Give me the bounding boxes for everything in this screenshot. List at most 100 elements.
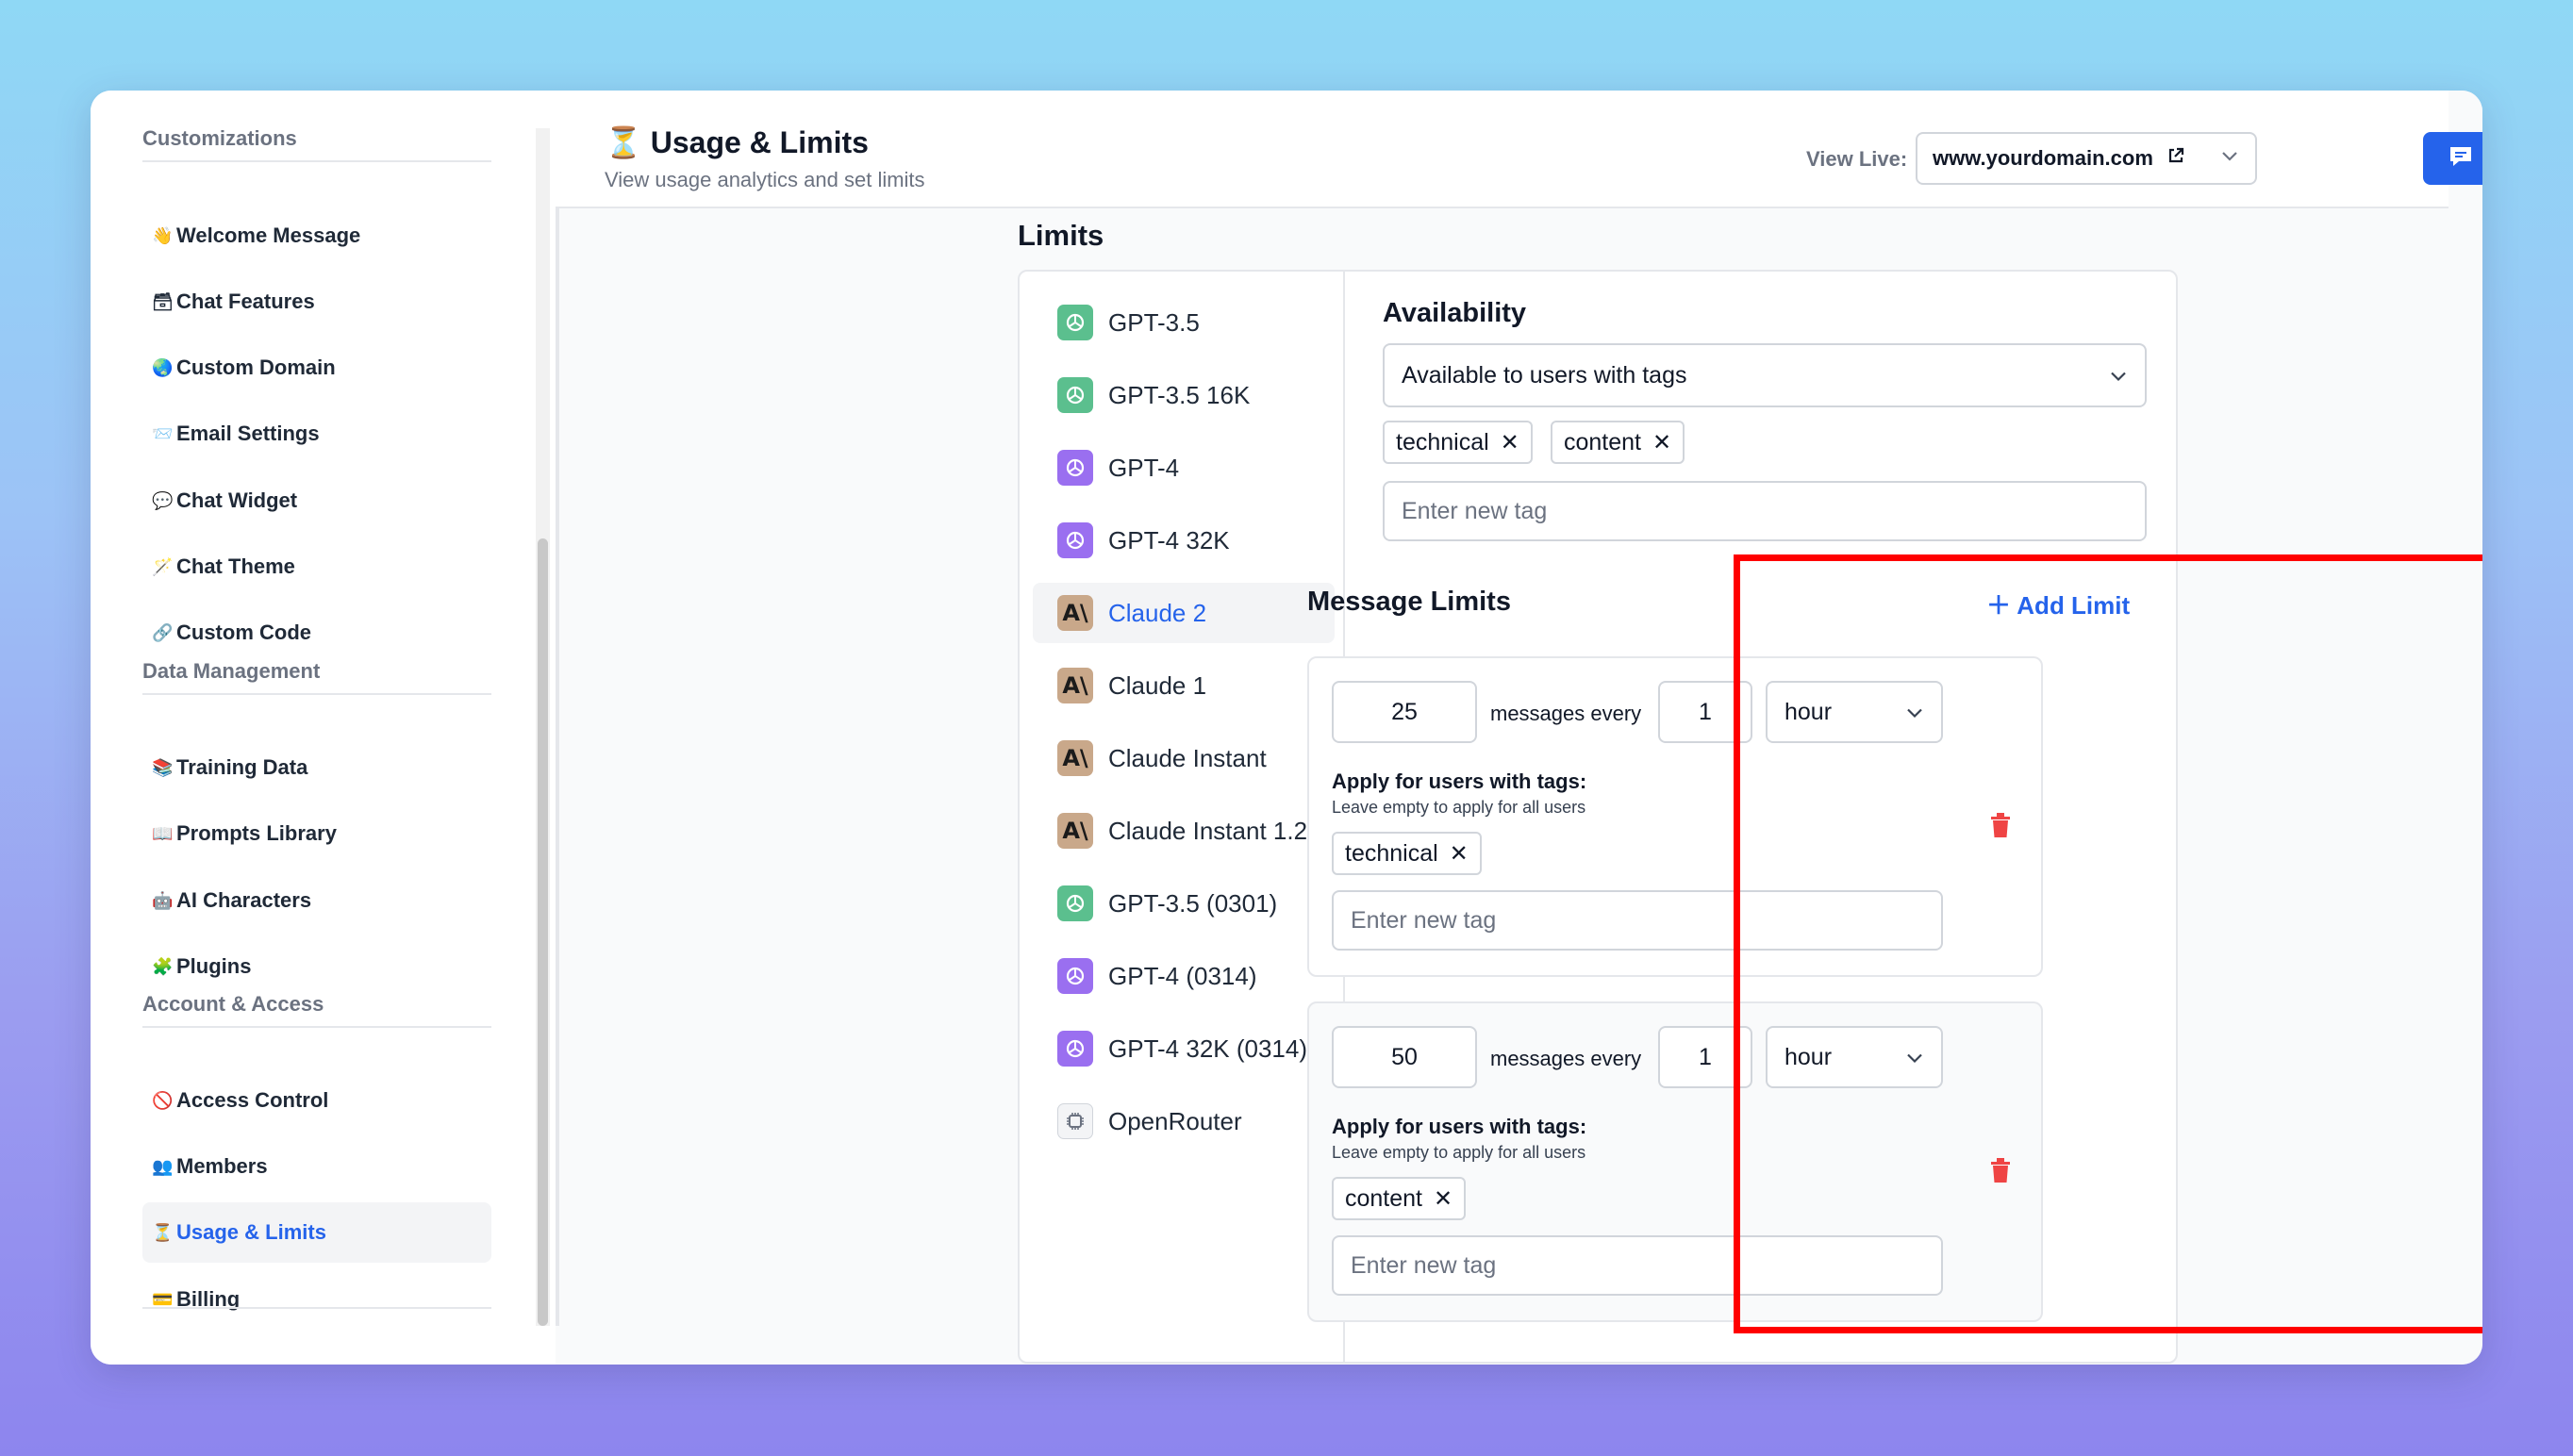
tag-label: content bbox=[1564, 428, 1642, 455]
remove-tag-icon[interactable]: ✕ bbox=[1450, 840, 1469, 868]
sidebar-item-label: Email Settings bbox=[176, 422, 320, 445]
sidebar-item-label: Access Control bbox=[176, 1088, 329, 1112]
view-live-domain-link[interactable]: www.yourdomain.com bbox=[1916, 132, 2205, 185]
model-item-claude-1[interactable]: A\ Claude 1 bbox=[1033, 655, 1335, 716]
model-item-gpt-3-5[interactable]: GPT-3.5 bbox=[1033, 292, 1335, 353]
remove-tag-icon[interactable]: ✕ bbox=[1652, 429, 1671, 456]
sidebar-item-label: Plugins bbox=[176, 954, 252, 978]
sidebar-item-label: Welcome Message bbox=[176, 223, 361, 247]
domain-text: www.yourdomain.com bbox=[1933, 146, 2153, 170]
sidebar-item-chat-theme[interactable]: 🪄 Chat Theme bbox=[142, 537, 491, 597]
openai-logo-icon bbox=[1057, 1031, 1093, 1067]
sidebar-item-label: Custom Domain bbox=[176, 356, 336, 379]
apply-tags-title: Apply for users with tags: bbox=[1332, 1115, 1587, 1138]
sidebar-item-welcome-message[interactable]: 👋 Welcome Message bbox=[142, 206, 491, 266]
model-name: Claude 2 bbox=[1108, 598, 1207, 627]
sidebar-item-access-control[interactable]: 🚫 Access Control bbox=[142, 1070, 491, 1131]
availability-tag: technical ✕ bbox=[1383, 421, 1533, 464]
remove-tag-icon[interactable]: ✕ bbox=[1434, 1185, 1452, 1213]
sidebar-item-chat-widget[interactable]: 💬 Chat Widget bbox=[142, 471, 491, 531]
sidebar-scrollbar-thumb[interactable] bbox=[538, 538, 548, 1326]
messages-every-label: messages every bbox=[1490, 702, 1642, 725]
model-name: OpenRouter bbox=[1108, 1106, 1242, 1135]
magic-wand-icon: 🪄 bbox=[152, 556, 174, 576]
sidebar-item-label: Prompts Library bbox=[176, 821, 337, 845]
tag-label: technical bbox=[1345, 839, 1438, 867]
wave-icon: 👋 bbox=[152, 225, 174, 245]
model-name: GPT-4 32K (0314) bbox=[1108, 1034, 1307, 1063]
sidebar-item-label: Usage & Limits bbox=[176, 1220, 326, 1244]
anthropic-logo-icon: A\ bbox=[1057, 595, 1093, 631]
model-name: Claude Instant bbox=[1108, 743, 1267, 772]
speech-bubble-icon: 💬 bbox=[152, 490, 174, 510]
openai-logo-icon bbox=[1057, 305, 1093, 340]
sidebar-item-billing[interactable]: 💳 Billing bbox=[142, 1269, 491, 1330]
messages-count-input[interactable]: 25 bbox=[1332, 681, 1477, 743]
model-item-claude-instant-1-2[interactable]: A\ Claude Instant 1.2 bbox=[1033, 801, 1335, 861]
open-chat-button[interactable] bbox=[2423, 132, 2482, 185]
message-icon bbox=[2448, 144, 2474, 174]
domain-dropdown-button[interactable] bbox=[2203, 132, 2257, 185]
anthropic-logo-icon: A\ bbox=[1057, 740, 1093, 776]
hourglass-icon: ⏳ bbox=[605, 125, 642, 159]
availability-selected-value: Available to users with tags bbox=[1402, 361, 1687, 389]
limits-heading: Limits bbox=[1018, 219, 1104, 252]
page-subtitle: View usage analytics and set limits bbox=[605, 168, 925, 191]
model-item-openrouter[interactable]: OpenRouter bbox=[1033, 1091, 1335, 1151]
model-name: Claude Instant 1.2 bbox=[1108, 816, 1308, 845]
tag-label: technical bbox=[1396, 428, 1489, 455]
link-icon: 🔗 bbox=[152, 622, 174, 642]
availability-tag-input[interactable]: Enter new tag bbox=[1383, 481, 2147, 541]
sidebar-item-label: Chat Features bbox=[176, 290, 315, 313]
sidebar-item-custom-domain[interactable]: 🌏 Custom Domain bbox=[142, 338, 491, 398]
model-item-claude-2[interactable]: A\ Claude 2 bbox=[1033, 583, 1335, 643]
openai-logo-icon bbox=[1057, 522, 1093, 558]
sidebar-item-ai-characters[interactable]: 🤖 AI Characters bbox=[142, 870, 491, 931]
sidebar-item-usage-limits[interactable]: ⏳ Usage & Limits bbox=[142, 1202, 491, 1263]
model-item-gpt-4[interactable]: GPT-4 bbox=[1033, 438, 1335, 498]
model-name: GPT-3.5 (0301) bbox=[1108, 888, 1278, 918]
rule-tag: technical ✕ bbox=[1332, 832, 1482, 875]
sidebar-item-training-data[interactable]: 📚 Training Data bbox=[142, 737, 491, 798]
card-box-icon: 🗃 bbox=[152, 291, 174, 311]
apply-tags-title: Apply for users with tags: bbox=[1332, 769, 1587, 793]
availability-select[interactable]: Available to users with tags bbox=[1383, 343, 2147, 407]
prohibited-icon: 🚫 bbox=[152, 1090, 174, 1110]
model-item-gpt-4-0314[interactable]: GPT-4 (0314) bbox=[1033, 946, 1335, 1006]
model-item-gpt-4-32k-0314[interactable]: GPT-4 32K (0314) bbox=[1033, 1018, 1335, 1079]
sidebar-item-members[interactable]: 👥 Members bbox=[142, 1136, 491, 1197]
puzzle-icon: 🧩 bbox=[152, 956, 174, 976]
apply-tags-hint: Leave empty to apply for all users bbox=[1332, 798, 1586, 817]
sidebar-item-email-settings[interactable]: 📨 Email Settings bbox=[142, 404, 491, 464]
sidebar-item-label: Chat Theme bbox=[176, 554, 295, 578]
openai-logo-icon bbox=[1057, 885, 1093, 921]
anthropic-logo-icon: A\ bbox=[1057, 668, 1093, 703]
apply-tags-hint: Leave empty to apply for all users bbox=[1332, 1143, 1586, 1162]
chevron-down-icon bbox=[2220, 150, 2239, 167]
remove-tag-icon[interactable]: ✕ bbox=[1501, 429, 1519, 456]
model-item-gpt-3-5-16k[interactable]: GPT-3.5 16K bbox=[1033, 365, 1335, 425]
messages-every-label: messages every bbox=[1490, 1047, 1642, 1070]
sidebar-item-label: Training Data bbox=[176, 755, 308, 779]
sidebar-item-custom-code[interactable]: 🔗 Custom Code bbox=[142, 603, 491, 663]
main-divider bbox=[556, 128, 559, 1326]
openai-logo-icon bbox=[1057, 958, 1093, 994]
sidebar: Customizations 👋 Welcome Message 🗃 Chat Fe… bbox=[91, 91, 556, 1365]
robot-icon: 🤖 bbox=[152, 890, 174, 910]
sidebar-item-prompts-library[interactable]: 📖 Prompts Library bbox=[142, 803, 491, 864]
model-name: GPT-3.5 bbox=[1108, 307, 1200, 337]
model-name: GPT-4 bbox=[1108, 453, 1180, 482]
sidebar-item-chat-features[interactable]: 🗃 Chat Features bbox=[142, 272, 491, 332]
highlight-frame bbox=[1734, 554, 2482, 1333]
envelope-icon: 📨 bbox=[152, 423, 174, 443]
globe-icon: 🌏 bbox=[152, 357, 174, 377]
sidebar-scrollbar[interactable] bbox=[536, 128, 550, 1326]
model-item-gpt-3-5-0301[interactable]: GPT-3.5 (0301) bbox=[1033, 873, 1335, 934]
model-item-gpt-4-32k[interactable]: GPT-4 32K bbox=[1033, 510, 1335, 571]
messages-count-input[interactable]: 50 bbox=[1332, 1026, 1477, 1088]
view-live-label: View Live: bbox=[1806, 147, 1908, 171]
rule-tag: content ✕ bbox=[1332, 1177, 1467, 1220]
main-content: ⏳ Usage & Limits View usage analytics an… bbox=[556, 91, 2482, 1365]
sidebar-item-plugins[interactable]: 🧩 Plugins bbox=[142, 936, 491, 997]
model-item-claude-instant[interactable]: A\ Claude Instant bbox=[1033, 728, 1335, 788]
